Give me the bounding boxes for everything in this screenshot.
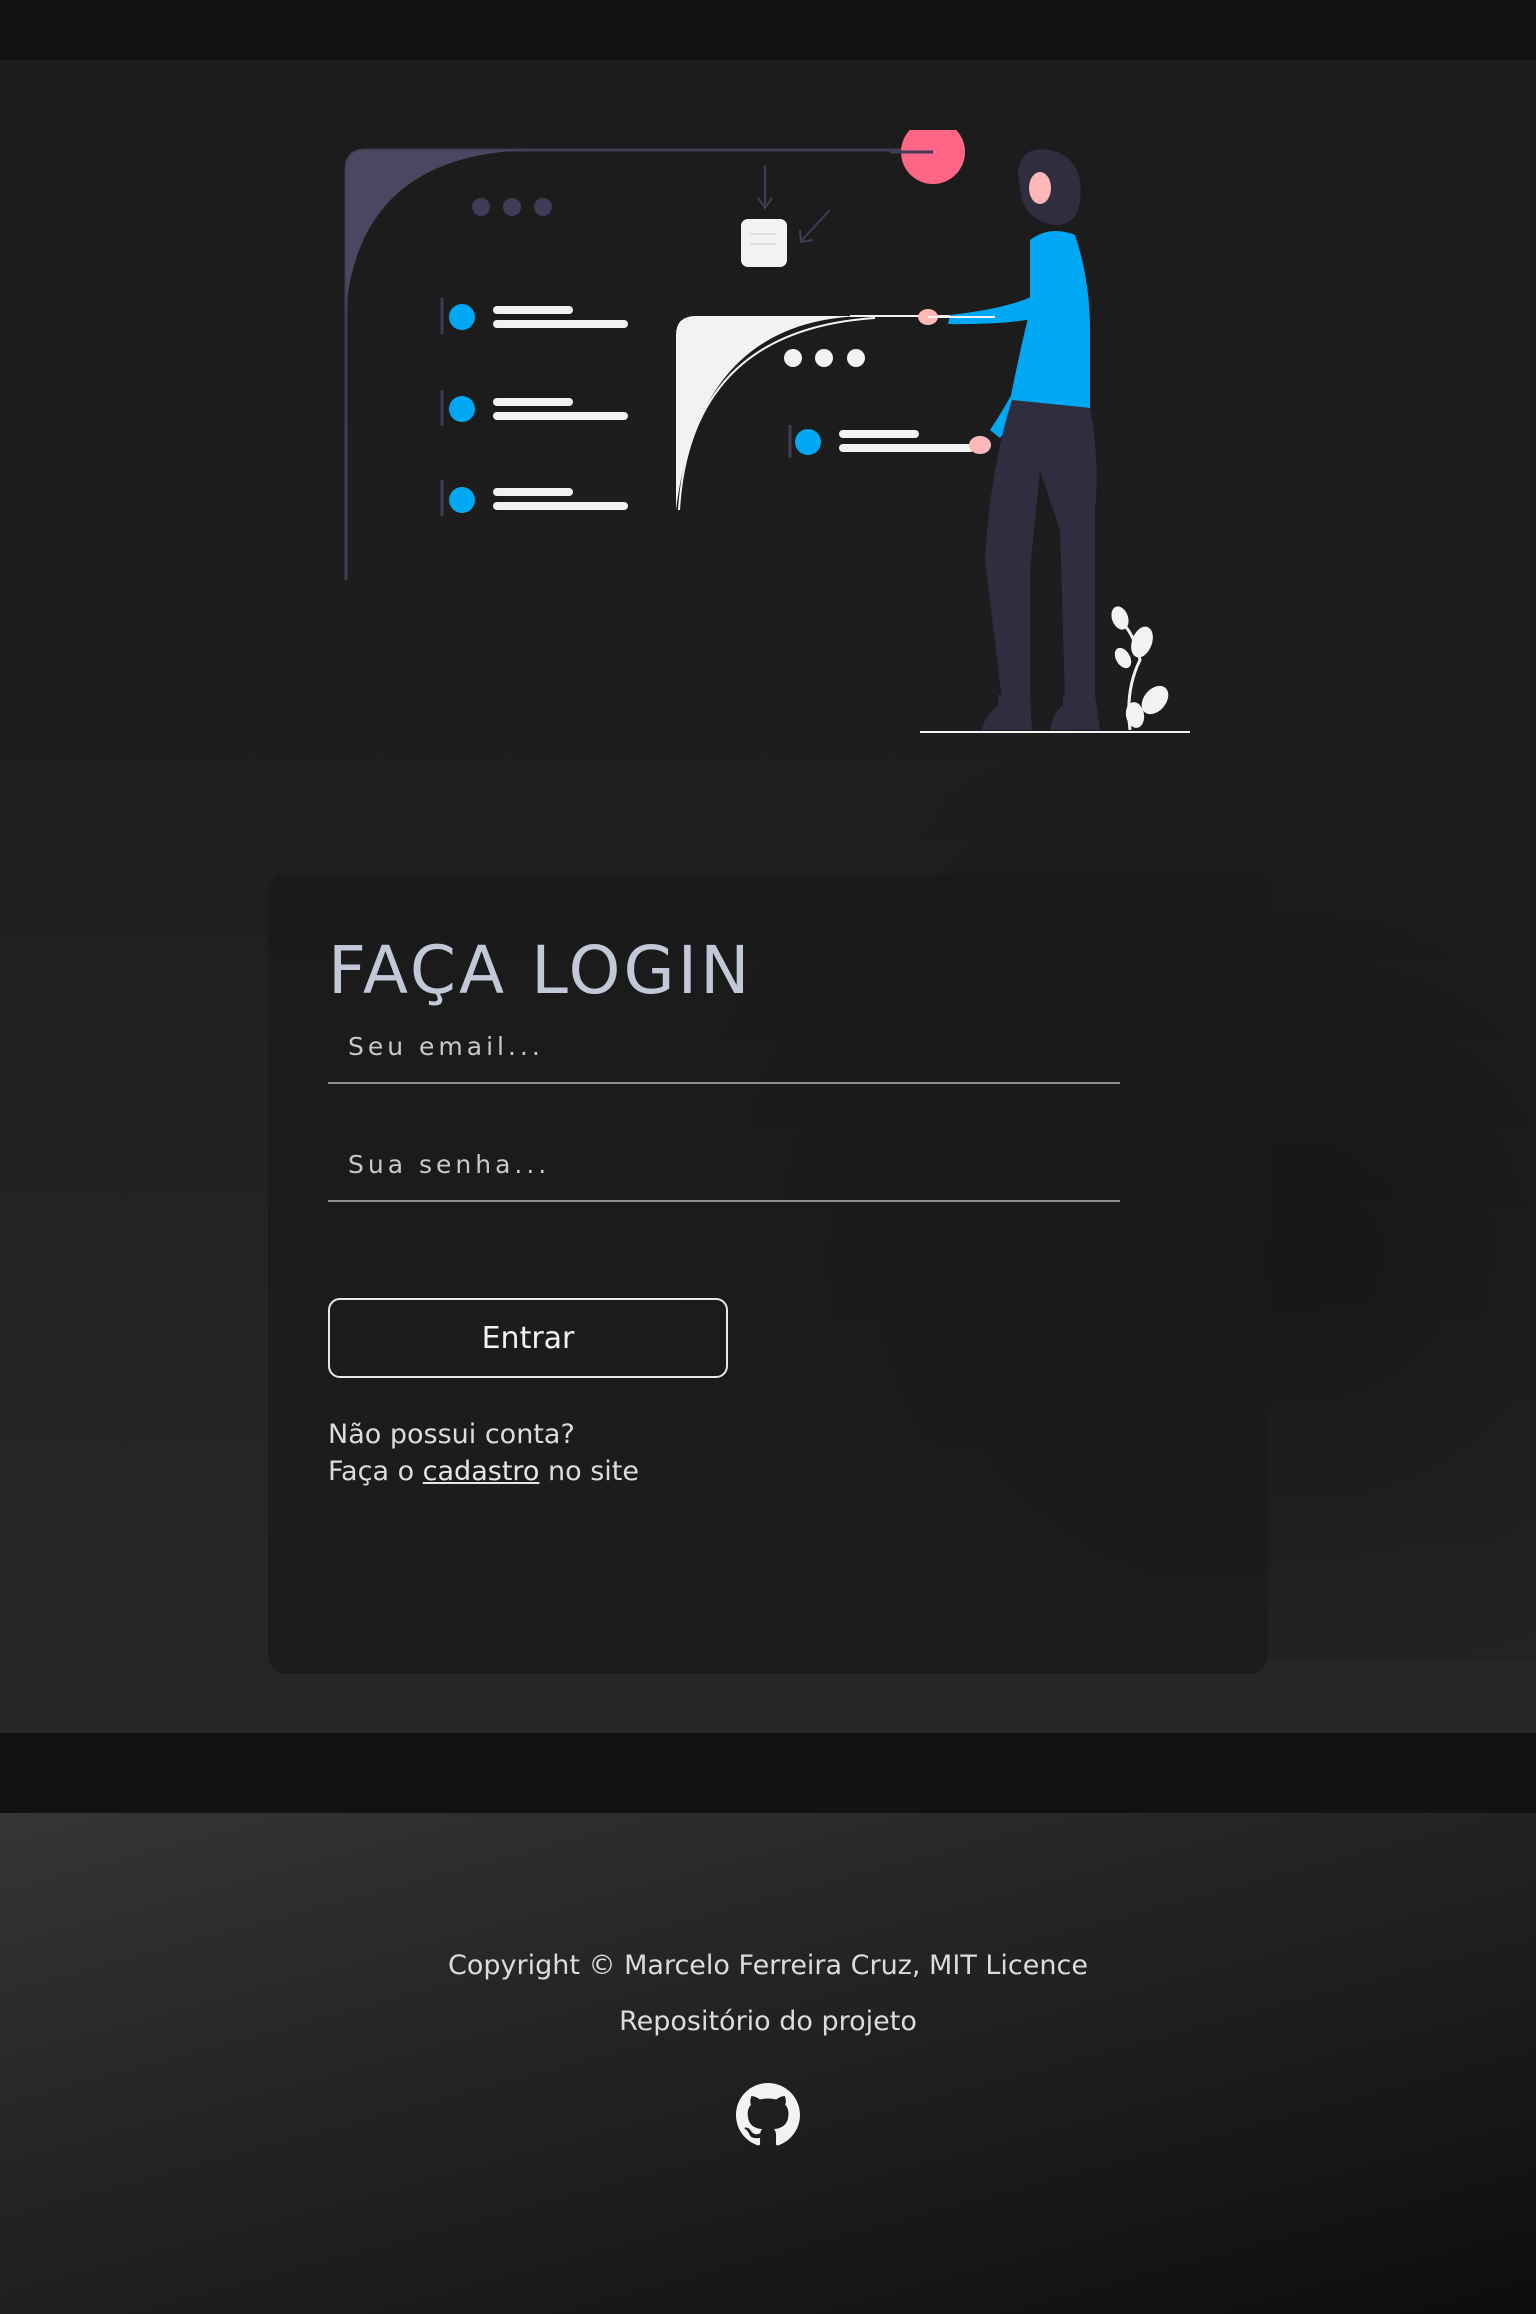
repository-link[interactable]: Repositório do projeto	[0, 2006, 1536, 2037]
person-figure	[918, 149, 1100, 730]
password-field-container	[328, 1128, 1120, 1202]
plant	[1111, 606, 1169, 731]
copyright-text: Copyright © Marcelo Ferreira Cruz, MIT L…	[448, 1950, 1088, 1981]
login-card: FAÇA LOGIN	[268, 874, 1268, 1674]
divider-bar	[0, 1733, 1536, 1813]
email-field[interactable]	[328, 1010, 1120, 1082]
signup-suffix: no site	[539, 1456, 639, 1487]
back-window-shade	[346, 150, 540, 310]
top-bar	[0, 0, 1536, 60]
password-field[interactable]	[328, 1128, 1120, 1200]
login-illustration	[344, 130, 1190, 733]
back-window-panel	[344, 148, 930, 580]
email-field-container	[328, 1010, 1120, 1084]
no-account-text: Não possui conta?	[328, 1419, 575, 1450]
signup-prefix: Faça o	[328, 1456, 423, 1487]
pink-circle	[901, 130, 965, 184]
signup-prompt: Não possui conta? Faça o cadastro no sit…	[328, 1416, 639, 1490]
signup-link[interactable]: cadastro	[423, 1456, 540, 1487]
front-window-panel	[676, 316, 985, 510]
github-icon[interactable]	[736, 2083, 800, 2147]
login-title: FAÇA LOGIN	[328, 932, 753, 1009]
back-list-rows	[440, 298, 628, 516]
signup-line: Faça o cadastro no site	[328, 1453, 639, 1490]
footer: Copyright © Marcelo Ferreira Cruz, MIT L…	[0, 1813, 1536, 2314]
enter-button[interactable]: Entrar	[328, 1298, 728, 1378]
